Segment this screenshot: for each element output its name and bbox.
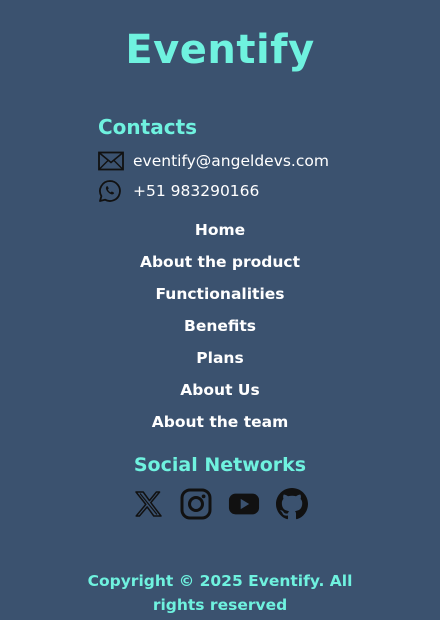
nav-item-about-team: About the team <box>0 410 440 442</box>
x-icon[interactable] <box>132 486 164 522</box>
youtube-icon[interactable] <box>228 486 260 522</box>
social-icons <box>0 486 440 522</box>
nav-link-about-product[interactable]: About the product <box>140 253 300 271</box>
footer: Eventify Contacts eventify@angeldevs.com <box>0 0 440 620</box>
contact-email[interactable]: eventify@angeldevs.com <box>98 146 329 176</box>
github-icon[interactable] <box>276 486 308 522</box>
footer-nav: Home About the product Functionalities B… <box>0 218 440 442</box>
nav-link-home[interactable]: Home <box>195 221 245 239</box>
contacts-title: Contacts <box>98 115 198 139</box>
email-text[interactable]: eventify@angeldevs.com <box>133 152 329 170</box>
nav-item-functionalities: Functionalities <box>0 282 440 314</box>
nav-item-plans: Plans <box>0 346 440 378</box>
brand-title: Eventify <box>125 27 315 73</box>
phone-text[interactable]: +51 983290166 <box>133 182 259 200</box>
nav-item-about-us: About Us <box>0 378 440 410</box>
contact-phone[interactable]: +51 983290166 <box>98 176 329 206</box>
nav-link-about-team[interactable]: About the team <box>152 413 288 431</box>
nav-item-about-product: About the product <box>0 250 440 282</box>
nav-link-about-us[interactable]: About Us <box>180 381 259 399</box>
copyright-text: Copyright © 2025 Eventify. All rights re… <box>87 571 353 614</box>
mail-icon <box>98 148 124 174</box>
nav-item-home: Home <box>0 218 440 250</box>
nav-link-functionalities[interactable]: Functionalities <box>155 285 284 303</box>
social-title: Social Networks <box>133 454 307 476</box>
nav-link-benefits[interactable]: Benefits <box>184 317 256 335</box>
nav-link-plans[interactable]: Plans <box>196 349 243 367</box>
contacts-section: Contacts eventify@angeldevs.com +51 9832… <box>98 114 329 206</box>
instagram-icon[interactable] <box>180 486 212 522</box>
whatsapp-icon <box>98 178 124 204</box>
nav-item-benefits: Benefits <box>0 314 440 346</box>
